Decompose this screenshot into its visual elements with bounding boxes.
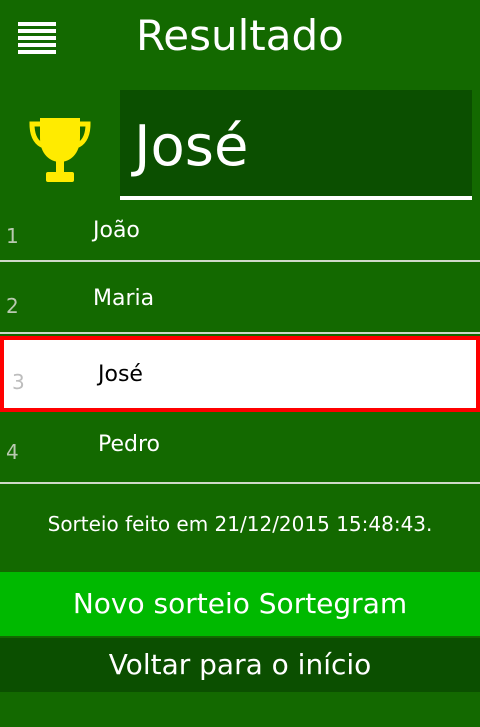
list-item-name: Maria: [93, 286, 155, 311]
winner-name: José: [134, 114, 249, 179]
draw-timestamp: Sorteio feito em 21/12/2015 15:48:43.: [47, 512, 433, 536]
list-item-name: Pedro: [98, 432, 161, 457]
list-item-index: 2: [6, 294, 19, 318]
trophy-icon: [29, 118, 91, 182]
list-item-selected[interactable]: 3 José: [0, 336, 480, 412]
list-item-index: 1: [6, 224, 19, 248]
list-item[interactable]: 4 Pedro: [0, 412, 480, 484]
list-item[interactable]: 2 Maria: [0, 262, 480, 334]
footer: [0, 692, 480, 727]
list-item-index: 4: [6, 440, 19, 464]
winner-display: José: [120, 90, 472, 200]
new-draw-button[interactable]: Novo sorteio Sortegram: [0, 572, 480, 636]
hamburger-menu-icon[interactable]: [18, 22, 56, 56]
header: Resultado José: [0, 0, 480, 228]
page-title: Resultado: [136, 11, 344, 60]
results-list: 1 João 2 Maria 3 José 4 Pedro: [0, 218, 480, 484]
list-item-name: José: [98, 362, 143, 387]
list-item[interactable]: 1 João: [0, 218, 480, 262]
back-home-button[interactable]: Voltar para o início: [0, 638, 480, 692]
list-item-name: João: [93, 218, 140, 243]
list-item-index: 3: [12, 370, 25, 394]
